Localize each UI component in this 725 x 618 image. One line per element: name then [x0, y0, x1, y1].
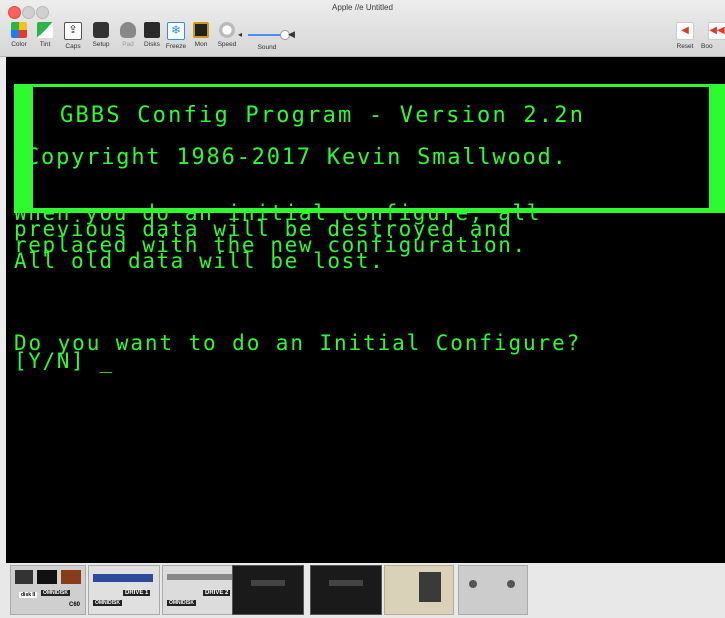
drive-2-brand: OMNIDISK [167, 600, 196, 606]
cassette-recorder[interactable] [384, 565, 454, 615]
speaker-high-icon: ◀ [288, 29, 295, 39]
tape-reel-right-icon [507, 580, 515, 588]
drive-1-label: DRIVE 1 [123, 590, 151, 596]
toolbar-label: Tint [39, 41, 51, 48]
disk-library-tray[interactable]: disk II OMNIDISK C60 [10, 565, 86, 615]
banner-copyright: Copyright 1986-2017 Kevin Smallwood. [26, 145, 568, 170]
toolbar-label: Speed [217, 41, 237, 48]
toolbar-label: Reset [676, 43, 694, 50]
toolbar-label: Caps [65, 43, 81, 50]
setup-icon [93, 22, 109, 38]
disk-ii-slot-1 [251, 580, 285, 586]
disk-icon [37, 570, 57, 584]
window-titlebar: Apple //e Untitled Color Tint ⇪ Caps Set… [0, 0, 725, 57]
banner-title: GBBS Config Program - Version 2.2n [60, 103, 586, 128]
omnidisk-label-small: OMNIDISK [41, 590, 70, 596]
toolbar-setup-button[interactable]: Setup [86, 22, 116, 48]
drive-1-slot [93, 574, 153, 582]
cassette-tape[interactable] [458, 565, 528, 615]
tint-icon [37, 22, 53, 38]
warning-text: When you do an initial configure, all pr… [14, 201, 541, 273]
toolbar-reset-button[interactable]: ◀ Reset [670, 22, 700, 50]
yes-no-prompt: [Y/N] _ [14, 349, 114, 373]
tape-reel-left-icon [469, 580, 477, 588]
disks-icon [144, 22, 160, 38]
boot-icon: ◀◀ [708, 22, 725, 40]
color-icon [11, 22, 27, 38]
cassette-icon [15, 570, 33, 584]
reset-icon: ◀ [676, 22, 694, 40]
disk-ii-slot-2 [329, 580, 363, 586]
toolbar-label: Boo [701, 43, 713, 50]
caps-icon: ⇪ [64, 22, 82, 40]
toolbar-label: Setup [92, 41, 110, 48]
toolbar-caps-button[interactable]: ⇪ Caps [58, 22, 88, 50]
toolbar-tint-button[interactable]: Tint [30, 22, 60, 48]
window-title: Apple //e Untitled [332, 3, 393, 12]
sound-label-wrap: Sound [252, 44, 282, 51]
cassette-recorder-deck [419, 572, 441, 602]
freeze-icon: ❄ [167, 22, 185, 40]
disk-ii-drive-2[interactable] [310, 565, 382, 615]
sound-slider-track [248, 34, 284, 36]
speed-icon [219, 22, 235, 38]
c60-label: C60 [69, 602, 81, 608]
sound-slider[interactable]: ◂ ◀ [238, 29, 295, 40]
disk-ii-drive-1[interactable] [232, 565, 304, 615]
emulator-screen[interactable]: GBBS Config Program - Version 2.2n Copyr… [6, 57, 725, 563]
disk2-label: disk II [19, 592, 38, 598]
drive-1[interactable]: OMNIDISK DRIVE 1 [88, 565, 160, 615]
tape-icon [61, 570, 81, 584]
sound-label: Sound [257, 44, 277, 51]
speaker-low-icon: ◂ [238, 30, 243, 39]
mon-icon [193, 22, 209, 38]
toolbar-boot-button[interactable]: ◀◀ Boo [700, 22, 725, 50]
drive-2-label: DRIVE 2 [203, 590, 231, 596]
pad-icon [120, 22, 136, 38]
drive-1-brand: OMNIDISK [93, 600, 122, 606]
